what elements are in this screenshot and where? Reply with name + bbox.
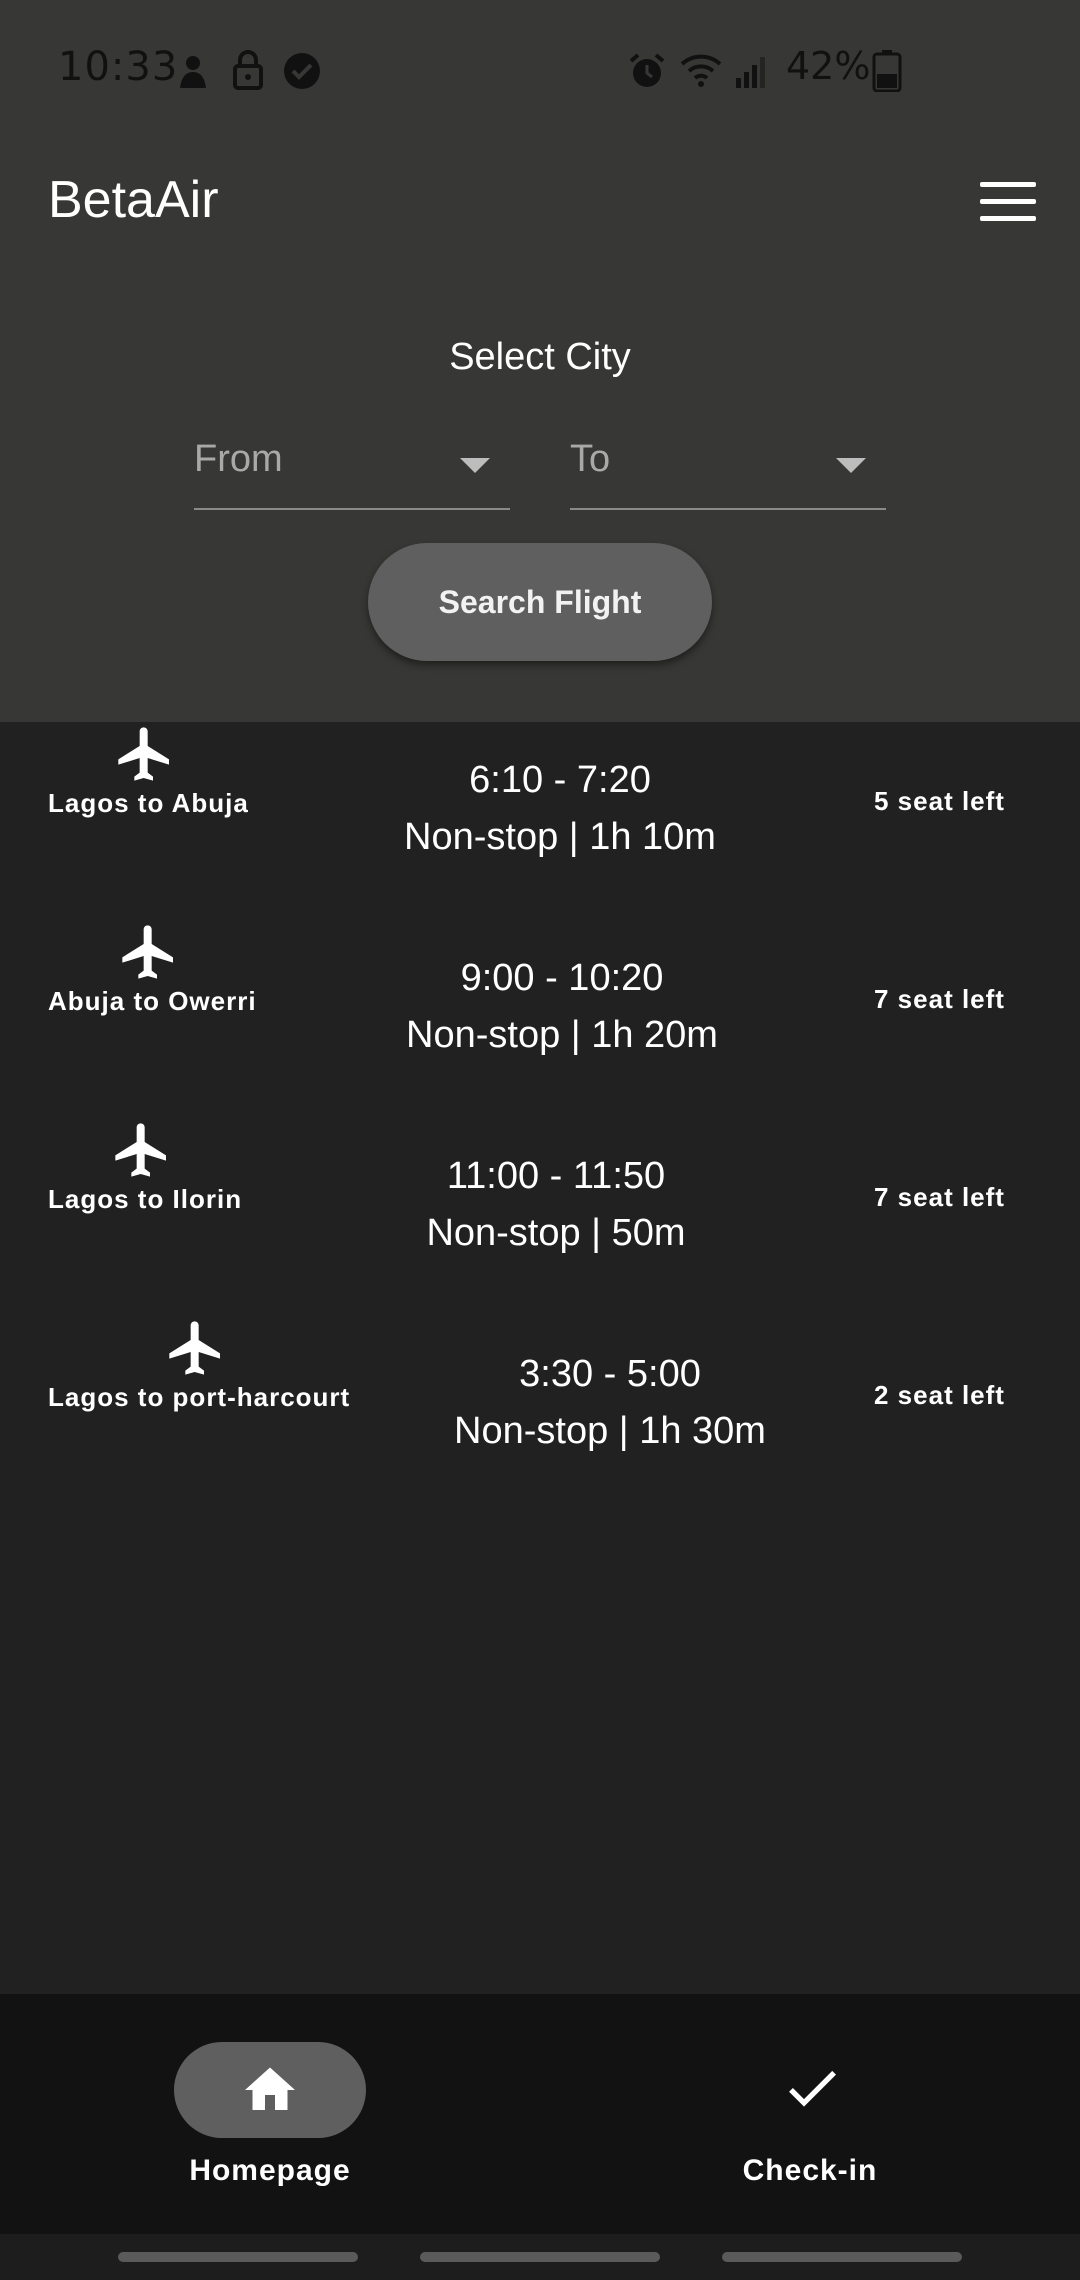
to-dropdown-label: To bbox=[570, 438, 611, 480]
lock-icon bbox=[233, 50, 263, 90]
search-flight-button[interactable]: Search Flight bbox=[368, 543, 712, 661]
signal-icon bbox=[736, 57, 765, 88]
flight-row[interactable]: Abuja to Owerri 9:00 - 10:20 Non-stop | … bbox=[0, 920, 1080, 1118]
nav-item-homepage[interactable]: Homepage bbox=[120, 1994, 420, 2234]
notification-person-icon bbox=[180, 56, 206, 88]
alarm-icon bbox=[629, 53, 665, 87]
gesture-segment[interactable] bbox=[420, 2252, 660, 2262]
system-gesture-bar bbox=[0, 2234, 1080, 2280]
to-city-dropdown[interactable]: To bbox=[570, 426, 886, 510]
seats-left: 7 seat left bbox=[874, 1182, 1005, 1212]
nav-label-check-in: Check-in bbox=[742, 2154, 878, 2187]
route-label: Lagos to Ilorin bbox=[48, 1184, 243, 1214]
airplane-icon bbox=[122, 925, 173, 979]
battery-percentage: 42% bbox=[786, 44, 871, 88]
bottom-navigation: Homepage Check-in bbox=[0, 1994, 1080, 2234]
status-time: 10:33 bbox=[58, 44, 179, 90]
flight-duration: Non-stop | 50m bbox=[426, 1212, 686, 1254]
gesture-segment[interactable] bbox=[118, 2252, 358, 2262]
dropdown-arrow-icon bbox=[460, 458, 490, 473]
seats-left: 2 seat left bbox=[874, 1380, 1005, 1410]
battery-icon bbox=[872, 50, 902, 92]
flight-row[interactable]: Lagos to port-harcourt 3:30 - 5:00 Non-s… bbox=[0, 1316, 1080, 1514]
check-circle-icon bbox=[284, 53, 320, 89]
check-icon bbox=[789, 2070, 836, 2107]
hamburger-menu-icon[interactable] bbox=[980, 182, 1036, 222]
airplane-icon bbox=[118, 727, 169, 781]
flight-times: 11:00 - 11:50 Non-stop | 50m bbox=[376, 1148, 736, 1262]
home-icon bbox=[245, 2067, 295, 2110]
flight-row[interactable]: Lagos to Ilorin 11:00 - 11:50 Non-stop |… bbox=[0, 1118, 1080, 1316]
flight-duration: Non-stop | 1h 20m bbox=[406, 1014, 718, 1056]
wifi-icon bbox=[680, 54, 722, 87]
departure-arrival-time: 11:00 - 11:50 bbox=[446, 1155, 666, 1197]
app-title: BetaAir bbox=[48, 171, 219, 229]
nav-item-check-in[interactable]: Check-in bbox=[660, 1994, 960, 2234]
flight-route: Lagos to Abuja bbox=[48, 722, 249, 819]
departure-arrival-time: 9:00 - 10:20 bbox=[460, 957, 664, 999]
flight-duration: Non-stop | 1h 10m bbox=[404, 816, 716, 858]
seats-left: 7 seat left bbox=[874, 984, 1005, 1014]
departure-arrival-time: 6:10 - 7:20 bbox=[469, 759, 651, 801]
flight-route: Abuja to Owerri bbox=[48, 920, 257, 1017]
app-header: BetaAir Select City From To Search Fligh… bbox=[0, 140, 1080, 722]
airplane-icon bbox=[169, 1321, 220, 1375]
dropdown-arrow-icon bbox=[836, 458, 866, 473]
departure-arrival-time: 3:30 - 5:00 bbox=[519, 1353, 701, 1395]
seats-left: 5 seat left bbox=[874, 786, 1005, 816]
flight-times: 6:10 - 7:20 Non-stop | 1h 10m bbox=[380, 752, 740, 866]
flight-times: 9:00 - 10:20 Non-stop | 1h 20m bbox=[382, 950, 742, 1064]
from-dropdown-label: From bbox=[194, 438, 283, 480]
route-label: Abuja to Owerri bbox=[48, 986, 257, 1016]
flight-row[interactable]: Lagos to Abuja 6:10 - 7:20 Non-stop | 1h… bbox=[0, 722, 1080, 920]
select-city-heading: Select City bbox=[449, 336, 631, 378]
from-city-dropdown[interactable]: From bbox=[194, 426, 510, 510]
flight-duration: Non-stop | 1h 30m bbox=[454, 1410, 766, 1452]
status-bar: 10:33 42% bbox=[0, 0, 1080, 140]
route-label: Lagos to Abuja bbox=[48, 788, 249, 818]
airplane-icon bbox=[115, 1123, 166, 1177]
flight-times: 3:30 - 5:00 Non-stop | 1h 30m bbox=[430, 1346, 790, 1460]
flight-route: Lagos to port-harcourt bbox=[48, 1316, 351, 1413]
flight-route: Lagos to Ilorin bbox=[48, 1118, 243, 1215]
route-label: Lagos to port-harcourt bbox=[48, 1382, 351, 1412]
gesture-segment[interactable] bbox=[722, 2252, 962, 2262]
nav-label-homepage: Homepage bbox=[189, 2154, 351, 2187]
